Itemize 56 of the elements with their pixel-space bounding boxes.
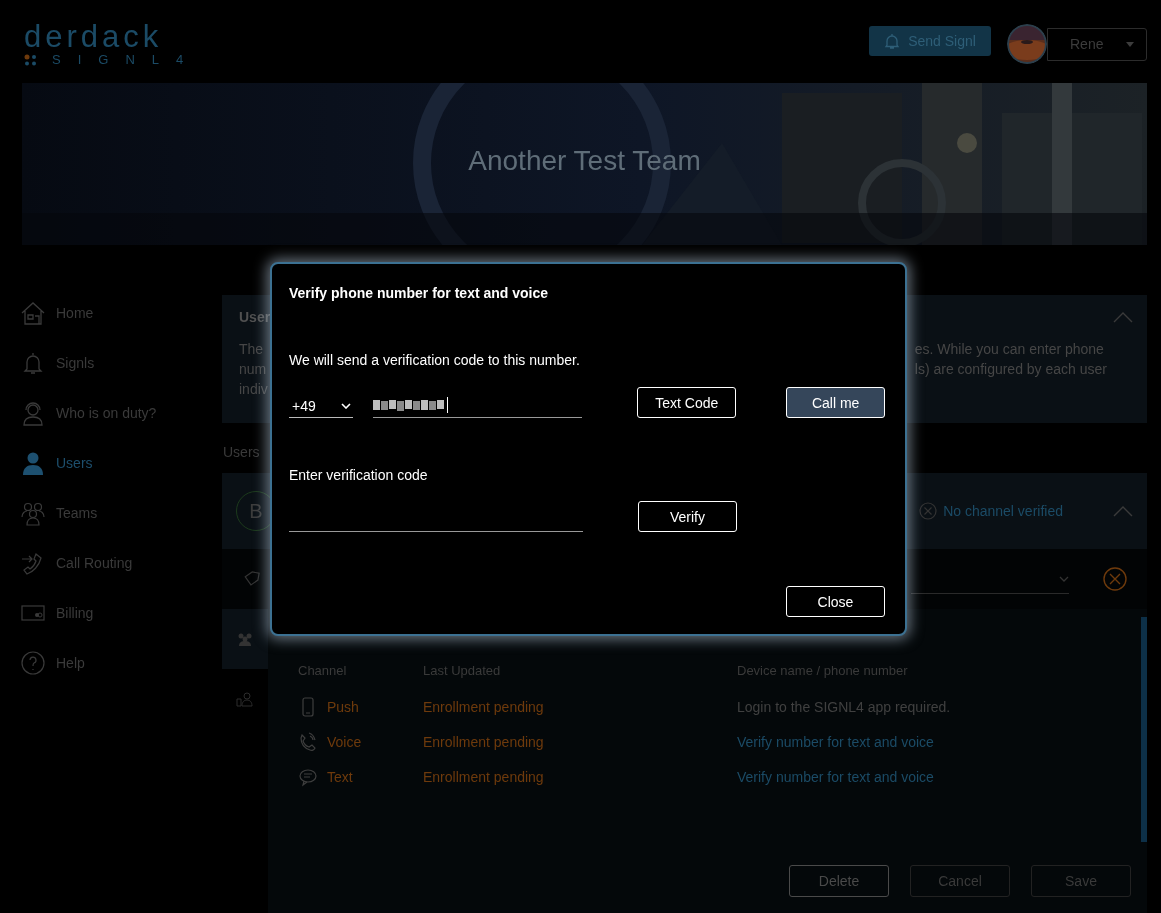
- send-code-button[interactable]: Call me: [786, 387, 885, 418]
- status-text: No channel verified: [943, 503, 1063, 519]
- status-text: Enrollment pending: [423, 698, 544, 717]
- device-text: Login to the SIGNL4 app required.: [737, 698, 951, 717]
- x-circle-icon[interactable]: [1103, 567, 1127, 591]
- chat-icon: [298, 767, 318, 787]
- nav-item[interactable]: Who is on duty?: [20, 388, 222, 438]
- team-icon: [20, 500, 46, 526]
- country-code-select[interactable]: +49: [289, 394, 353, 418]
- text-fragment: es. While you can enter phone: [914, 340, 1105, 359]
- nav-item[interactable]: Teams: [20, 488, 222, 538]
- verify-link[interactable]: Verify number for text and voice: [737, 732, 934, 752]
- text-fragment: num: [239, 360, 268, 379]
- chevron-down-icon: [340, 402, 351, 409]
- bell-icon: [884, 33, 901, 49]
- phone-icon: [298, 732, 318, 752]
- nav-item[interactable]: Billing: [20, 588, 222, 638]
- close-button[interactable]: Close: [786, 586, 885, 617]
- action-button[interactable]: Delete: [789, 865, 889, 897]
- chevron-up-icon[interactable]: [1113, 311, 1133, 323]
- team-title: Another Test Team: [468, 145, 701, 176]
- field-label: Enter verification code: [289, 466, 429, 484]
- nav-item[interactable]: Help: [20, 638, 222, 688]
- user-phone-icon[interactable]: [236, 691, 254, 707]
- tag-icon: [244, 571, 260, 587]
- help-icon: [20, 650, 46, 676]
- home-icon: [20, 300, 46, 326]
- chevron-down-icon: [1059, 575, 1069, 582]
- text-fragment: The: [239, 340, 265, 359]
- verify-button[interactable]: Verify: [638, 501, 737, 532]
- nav-item[interactable]: Call Routing: [20, 538, 222, 588]
- verify-link[interactable]: Verify number for text and voice: [737, 767, 934, 787]
- logo-wordmark: derdack: [24, 22, 164, 52]
- dialog-text: We will send a verification code to this number.: [289, 351, 581, 369]
- dots-icon: [24, 54, 38, 66]
- nav-item[interactable]: Signls: [20, 338, 222, 388]
- headset-icon: [20, 400, 46, 426]
- send-code-button[interactable]: Text Code: [637, 387, 737, 418]
- text-fragment: ls) are configured by each user: [914, 360, 1107, 379]
- status-text: Enrollment pending: [423, 768, 544, 787]
- nav-item[interactable]: Home: [20, 288, 222, 338]
- channel-name: Text: [327, 768, 353, 787]
- nav-item[interactable]: Users: [20, 438, 222, 488]
- scrollbar[interactable]: [1141, 617, 1147, 842]
- x-circle-icon: [919, 502, 938, 520]
- user-icon: [20, 450, 46, 476]
- section-heading: Users: [223, 444, 260, 460]
- chevron-up-icon[interactable]: [1113, 505, 1133, 517]
- logo-product-name: SIGNL4: [52, 53, 201, 67]
- caret-icon: [1126, 41, 1134, 47]
- status-text: Enrollment pending: [423, 733, 544, 752]
- dialog-title: Verify phone number for text and voice: [289, 284, 550, 302]
- user-menu-button[interactable]: Rene: [1047, 27, 1147, 61]
- channel-name: Voice: [327, 733, 362, 752]
- channel-name: Push: [327, 698, 359, 717]
- team-icon[interactable]: [237, 632, 253, 646]
